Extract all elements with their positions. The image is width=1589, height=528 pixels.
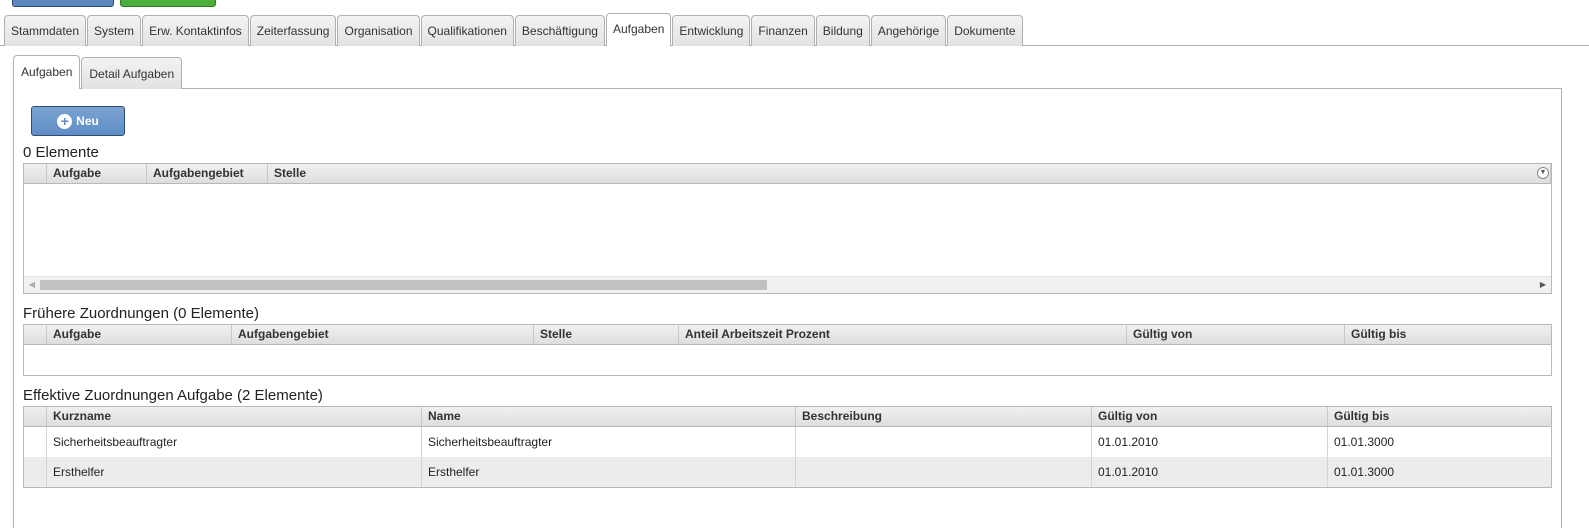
- cell-beschreibung: [796, 427, 1092, 457]
- scroll-left-icon[interactable]: ◀: [24, 277, 40, 293]
- top-action-button-2[interactable]: [120, 0, 216, 7]
- top-action-button-1[interactable]: [12, 0, 114, 7]
- plus-circle-icon: +: [57, 113, 73, 129]
- header-stelle[interactable]: Stelle: [268, 164, 1551, 183]
- subtab-detail-aufgaben[interactable]: Detail Aufgaben: [81, 57, 183, 89]
- tab-erw-kontaktinfos[interactable]: Erw. Kontaktinfos: [142, 15, 249, 46]
- tab-stammdaten[interactable]: Stammdaten: [4, 15, 87, 46]
- subtab-aufgaben[interactable]: Aufgaben: [13, 55, 81, 89]
- effective-assignments-grid: Kurzname Name Beschreibung Gültig von Gü…: [23, 406, 1552, 488]
- header-gueltig-bis[interactable]: Gültig bis: [1345, 325, 1551, 344]
- cell-kurzname: Sicherheitsbeauftragter: [47, 427, 422, 457]
- cell-beschreibung: [796, 457, 1092, 487]
- horizontal-scrollbar[interactable]: ◀ ▶: [24, 276, 1551, 293]
- cell-gueltig-von: 01.01.2010: [1092, 427, 1328, 457]
- former-grid-title: Frühere Zuordnungen (0 Elemente): [23, 305, 259, 322]
- tab-aufgaben[interactable]: Aufgaben: [605, 13, 672, 46]
- current-grid-title: 0 Elemente: [23, 144, 99, 161]
- grid-header: Aufgabe Aufgabengebiet Stelle Anteil Arb…: [24, 325, 1551, 345]
- cell-name: Ersthelfer: [422, 457, 796, 487]
- header-rownum: [24, 325, 47, 344]
- new-button[interactable]: + Neu: [31, 106, 125, 136]
- header-aufgabengebiet[interactable]: Aufgabengebiet: [232, 325, 534, 344]
- new-button-label: Neu: [76, 114, 99, 128]
- row-number-cell: [24, 427, 47, 457]
- sub-tab-bar: Aufgaben Detail Aufgaben: [13, 55, 183, 89]
- scroll-right-icon[interactable]: ▶: [1535, 277, 1551, 293]
- header-aufgabe[interactable]: Aufgabe: [47, 325, 232, 344]
- tab-entwicklung[interactable]: Entwicklung: [672, 15, 751, 46]
- header-stelle[interactable]: Stelle: [534, 325, 679, 344]
- header-aufgabe[interactable]: Aufgabe: [47, 164, 147, 183]
- header-aufgabengebiet[interactable]: Aufgabengebiet: [147, 164, 268, 183]
- header-rownum: [24, 407, 47, 426]
- cell-gueltig-bis: 01.01.3000: [1334, 435, 1395, 449]
- cell-name: Sicherheitsbeauftragter: [422, 427, 796, 457]
- row-number-cell: [24, 457, 47, 487]
- table-row[interactable]: Ersthelfer Ersthelfer 01.01.2010 01.01.3…: [24, 457, 1551, 487]
- tab-system[interactable]: System: [87, 15, 142, 46]
- header-gueltig-von[interactable]: Gültig von: [1092, 407, 1328, 426]
- tab-angehoerige[interactable]: Angehörige: [870, 15, 947, 46]
- header-name[interactable]: Name: [422, 407, 796, 426]
- current-assignments-grid: Aufgabe Aufgabengebiet Stelle ▼ ◀ ▶: [23, 163, 1552, 294]
- tab-beschaeftigung[interactable]: Beschäftigung: [514, 15, 605, 46]
- former-assignments-grid: Aufgabe Aufgabengebiet Stelle Anteil Arb…: [23, 324, 1552, 376]
- cell-gueltig-bis: 01.01.3000: [1334, 465, 1395, 479]
- table-row[interactable]: Sicherheitsbeauftragter Sicherheitsbeauf…: [24, 427, 1551, 457]
- tab-finanzen[interactable]: Finanzen: [751, 15, 815, 46]
- header-gueltig-von[interactable]: Gültig von: [1127, 325, 1345, 344]
- tab-dokumente[interactable]: Dokumente: [947, 15, 1023, 46]
- grid-header: Kurzname Name Beschreibung Gültig von Gü…: [24, 407, 1551, 427]
- tab-bildung[interactable]: Bildung: [815, 15, 870, 46]
- header-kurzname[interactable]: Kurzname: [47, 407, 422, 426]
- scroll-thumb[interactable]: [40, 280, 767, 290]
- main-tab-bar: Stammdaten System Erw. Kontaktinfos Zeit…: [4, 13, 1024, 46]
- column-menu-icon[interactable]: ▼: [1537, 167, 1549, 179]
- cell-gueltig-von: 01.01.2010: [1092, 457, 1328, 487]
- tab-organisation[interactable]: Organisation: [337, 15, 420, 46]
- header-rownum: [24, 164, 47, 183]
- tab-zeiterfassung[interactable]: Zeiterfassung: [249, 15, 337, 46]
- cell-kurzname: Ersthelfer: [47, 457, 422, 487]
- header-anteil-arbeitszeit[interactable]: Anteil Arbeitszeit Prozent: [679, 325, 1127, 344]
- grid-header: Aufgabe Aufgabengebiet Stelle ▼: [24, 164, 1551, 184]
- header-beschreibung[interactable]: Beschreibung: [796, 407, 1092, 426]
- tab-qualifikationen[interactable]: Qualifikationen: [420, 15, 514, 46]
- header-gueltig-bis[interactable]: Gültig bis: [1328, 407, 1551, 426]
- effective-grid-title: Effektive Zuordnungen Aufgabe (2 Element…: [23, 387, 323, 404]
